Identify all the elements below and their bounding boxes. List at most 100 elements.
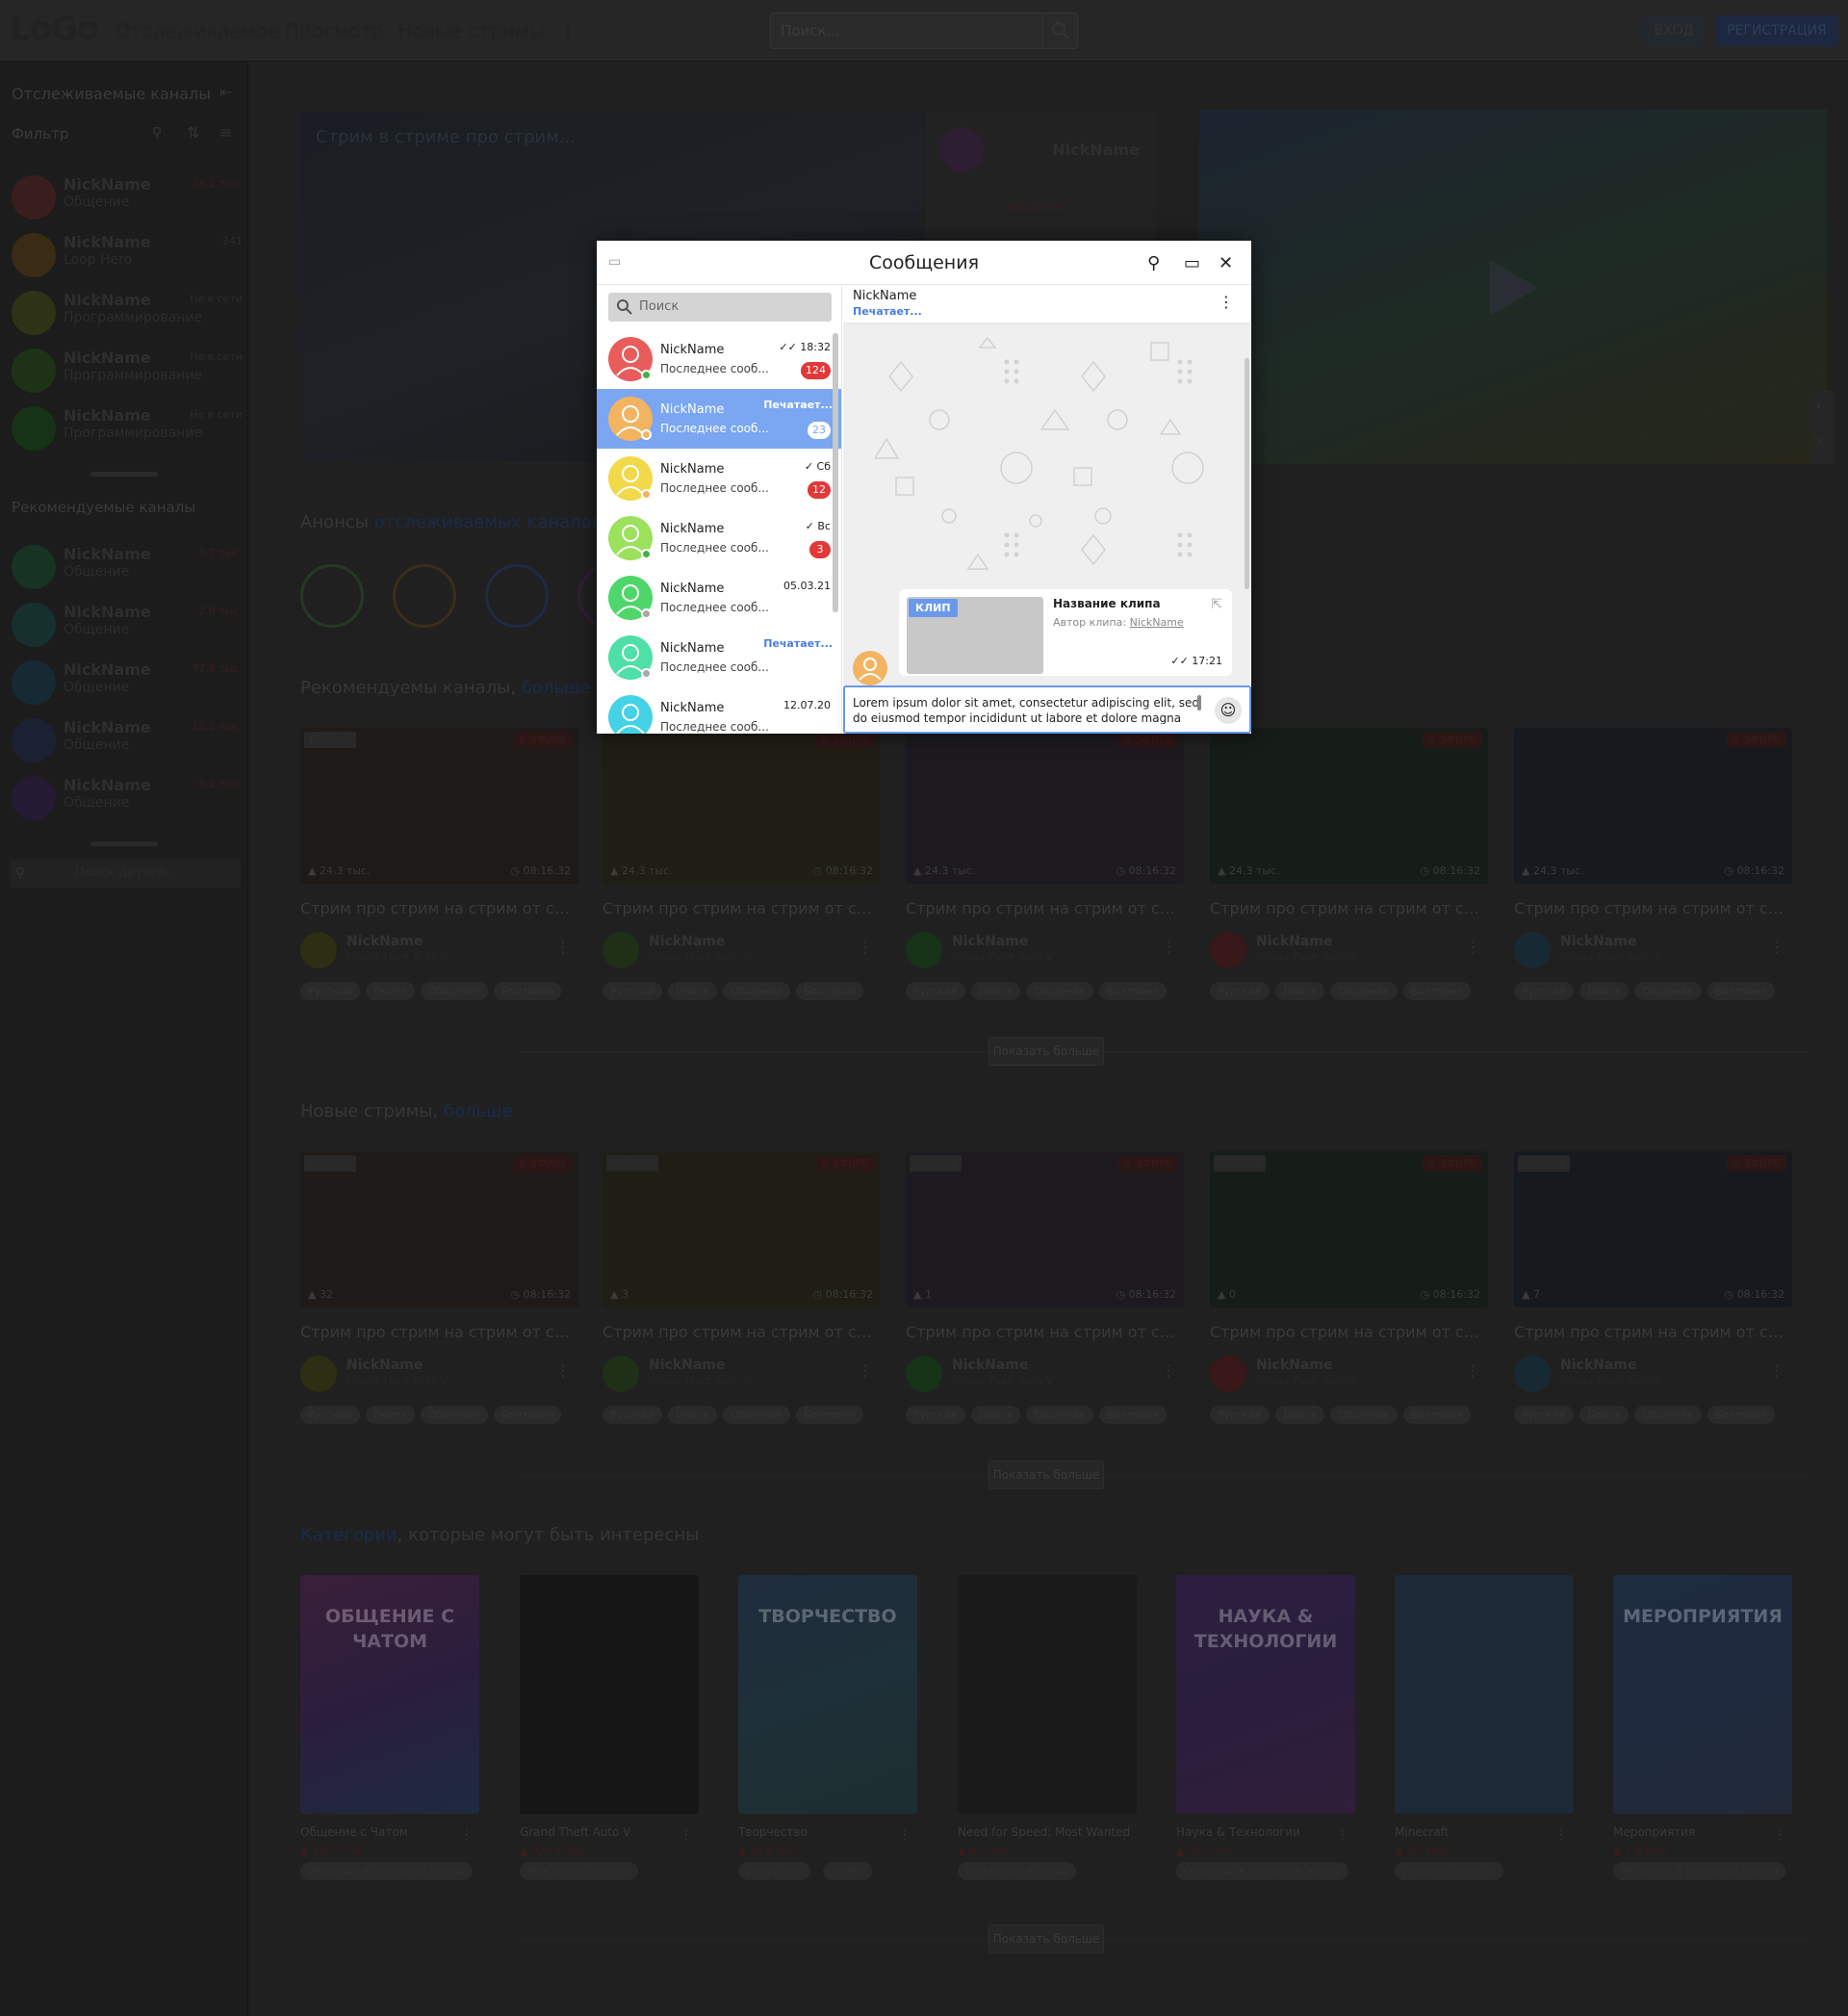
stream-tag[interactable]: Поиск [971, 982, 1021, 1000]
stream-game[interactable]: Grand Theft Auto V [346, 1375, 449, 1387]
scrollbar[interactable] [1197, 695, 1201, 711]
more-options-icon[interactable]: ⋮ [858, 1361, 873, 1380]
channel-name[interactable]: NickName [1256, 934, 1332, 949]
stream-game[interactable]: Grand Theft Auto V [1560, 951, 1662, 964]
recommended-channel[interactable]: NickName Общение 77.9 тыс. [12, 659, 243, 705]
category-name[interactable]: Grand Theft Auto V [520, 1825, 630, 1839]
stream-tag[interactable]: Общение [723, 1406, 790, 1424]
avatar[interactable] [603, 932, 639, 969]
conversation-item[interactable]: NickName Последнее сооб... ✓✓ 18:32 124 [597, 329, 841, 389]
carousel-arrows[interactable]: ‹ › [1810, 391, 1835, 464]
category-cover[interactable] [520, 1575, 699, 1814]
recommended-channel[interactable]: NickName Общение 12.2 тыс. [12, 716, 243, 762]
chat-contact-name[interactable]: NickName [853, 289, 916, 303]
stream-title[interactable]: Стрим про стрим на стрим от стрима [603, 899, 881, 918]
channel-name[interactable]: NickName [346, 1357, 423, 1373]
followed-channel[interactable]: NickName Программирование Не в сети [12, 289, 243, 335]
avatar[interactable] [1210, 1356, 1246, 1392]
more-options-icon[interactable]: ⋮ [1336, 1827, 1349, 1843]
stream-tag[interactable]: Поиск [366, 982, 416, 1000]
stream-tag[interactable]: Болтовня [1098, 1406, 1168, 1424]
announce-avatar[interactable] [393, 564, 456, 628]
stream-thumbnail[interactable] [300, 1151, 578, 1307]
category-name[interactable]: Мероприятия [1613, 1825, 1695, 1839]
stream-tag[interactable]: Общение [1026, 1406, 1093, 1424]
more-options-icon[interactable]: ⋮ [555, 938, 571, 956]
stream-tag[interactable]: Русский [906, 1406, 966, 1424]
conversation-item[interactable]: NickName Последнее сооб... Печатает... [597, 628, 841, 687]
login-button[interactable]: ВХОД [1644, 15, 1704, 46]
chevron-left-icon[interactable]: ‹ [1816, 399, 1822, 414]
avatar[interactable] [300, 932, 337, 969]
more-options-icon[interactable]: ⋮ [1161, 1361, 1176, 1380]
scrollbar[interactable] [1245, 358, 1249, 589]
stream-thumbnail[interactable] [1514, 1151, 1792, 1307]
category-cover[interactable] [1395, 1575, 1574, 1814]
more-options-icon[interactable]: ⋮ [858, 938, 873, 956]
filter-list-icon[interactable]: ≡ [219, 123, 232, 142]
stream-tag[interactable]: Поиск [1275, 982, 1325, 1000]
avatar[interactable] [1210, 932, 1246, 969]
stream-tag[interactable]: Болтовня [795, 1406, 864, 1424]
followed-channel[interactable]: NickName Общение 28.2 тыс. [12, 173, 243, 220]
stream-tag[interactable]: Поиск [971, 1406, 1021, 1424]
stream-tag[interactable]: Общение [1330, 1406, 1398, 1424]
stream-tag[interactable]: Общение [421, 982, 488, 1000]
channel-name[interactable]: NickName [649, 934, 725, 949]
stream-thumbnail[interactable] [1514, 728, 1792, 884]
avatar[interactable] [603, 1356, 639, 1392]
followed-channel[interactable]: NickName Программирование Не в сети [12, 404, 243, 451]
recommended-channel[interactable]: NickName Общение 3.7 тыс. [12, 543, 243, 589]
stream-game[interactable]: Grand Theft Auto V [649, 1375, 751, 1387]
category-cover[interactable] [958, 1575, 1137, 1814]
nav-new-streams[interactable]: Новые стримы [398, 19, 545, 42]
sort-icon[interactable]: ⇅ [187, 123, 199, 142]
stream-tag[interactable]: Общение [1026, 982, 1093, 1000]
stream-title[interactable]: Стрим про стрим на стрим от стрима [300, 1323, 578, 1341]
channel-name[interactable]: NickName [952, 934, 1028, 949]
stream-thumbnail[interactable] [1210, 728, 1488, 884]
stream-game[interactable]: Grand Theft Auto V [1560, 1375, 1662, 1387]
stream-tag[interactable]: Общение [723, 982, 790, 1000]
filter-search-icon[interactable]: ⚲ [152, 125, 162, 141]
stream-tag[interactable]: Болтовня [1402, 982, 1472, 1000]
friends-search-input[interactable]: ⚲ Поиск друзей... [10, 859, 241, 888]
stream-title[interactable]: Стрим про стрим на стрим от стрима [906, 1323, 1184, 1341]
stream-thumbnail[interactable] [300, 728, 578, 884]
category-cover[interactable]: ТВОРЧЕСТВО [738, 1575, 917, 1814]
more-options-icon[interactable]: ⋮ [460, 1827, 474, 1843]
share-icon[interactable]: ⇱ [1211, 597, 1222, 612]
stream-tag[interactable]: Русский [906, 982, 966, 1000]
message-text[interactable]: Lorem ipsum dolor sit amet, consectetur … [853, 695, 1199, 724]
more-options-icon[interactable]: ⋮ [1117, 1827, 1131, 1843]
more-options-icon[interactable]: ⋮ [1769, 1361, 1784, 1380]
category-tag[interactable]: Игры песочницы [1395, 1862, 1503, 1880]
clip-author-link[interactable]: NickName [1130, 616, 1184, 629]
category-tag[interactable]: Общение в реальной жизни [1613, 1862, 1785, 1880]
stream-tag[interactable]: Болтовня [493, 982, 562, 1000]
channel-name[interactable]: NickName [952, 1357, 1028, 1373]
more-options-icon[interactable]: ⋮ [1465, 938, 1480, 956]
clip-message[interactable]: КЛИП Название клипа Автор клипа: NickNam… [899, 589, 1232, 676]
more-options-icon[interactable]: ⋮ [898, 1827, 911, 1843]
category-name[interactable]: Наука & Технологии [1176, 1825, 1300, 1839]
show-more-button[interactable]: Показать больше [988, 1460, 1104, 1489]
category-cover[interactable]: ОБЩЕНИЕ С ЧАТОМ [300, 1575, 479, 1814]
announce-avatar[interactable] [485, 564, 549, 628]
category-name[interactable]: Творчество [738, 1825, 808, 1839]
more-options-icon[interactable]: ⋮ [1769, 938, 1784, 956]
category-tag[interactable]: Общение в реальной жизни [1176, 1862, 1348, 1880]
stream-tag[interactable]: Болтовня [795, 982, 864, 1000]
avatar[interactable] [300, 1356, 337, 1392]
stream-game[interactable]: Grand Theft Auto V [649, 951, 751, 964]
stream-tag[interactable]: Русский [1210, 1406, 1270, 1424]
nav-browse[interactable]: Просмотр [285, 19, 384, 42]
category-name[interactable]: Need for Speed: Most Wanted [958, 1825, 1130, 1839]
stream-title[interactable]: Стрим про стрим на стрим от стрима [1514, 1323, 1792, 1341]
category-tag[interactable]: Хобби [823, 1862, 872, 1880]
category-name[interactable]: Minecraft [1395, 1825, 1449, 1839]
register-button[interactable]: РЕГИСТРАЦИЯ [1715, 15, 1838, 46]
more-options-icon[interactable]: ⋮ [680, 1827, 693, 1843]
stream-tag[interactable]: Общение [1634, 982, 1702, 1000]
show-more-button[interactable]: Показать больше [988, 1037, 1104, 1066]
